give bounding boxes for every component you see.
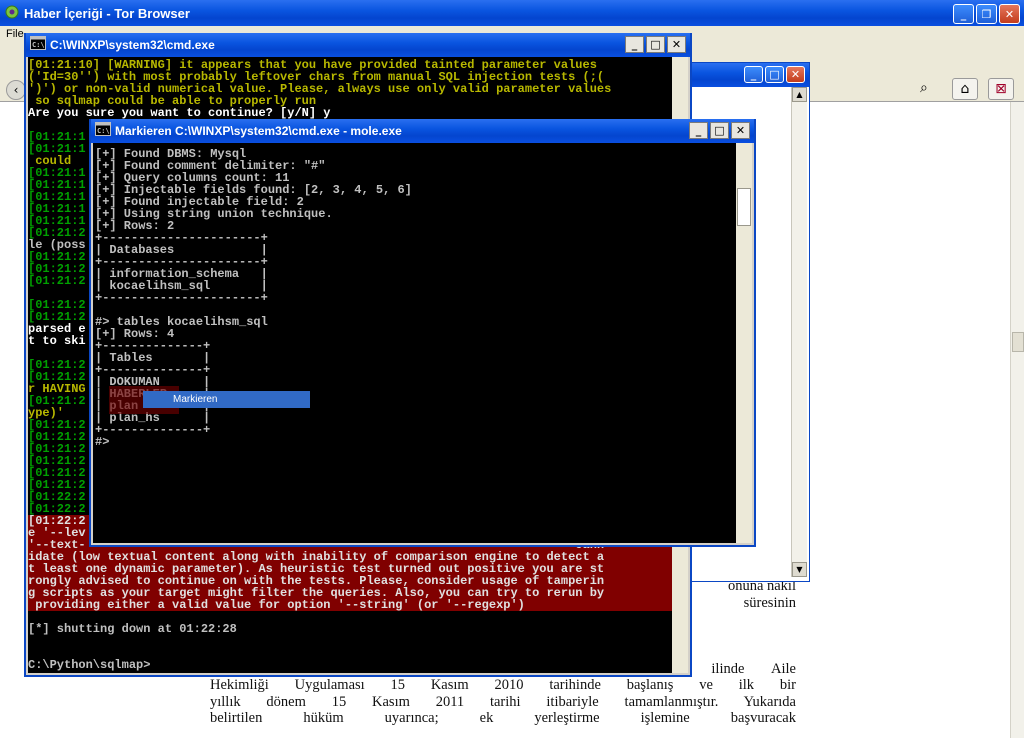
cmd-title-bar[interactable]: C:\ Markieren C:\WINXP\system32\cmd.exe … [91,119,754,143]
minimize-button[interactable]: _ [689,122,708,139]
maximize-button[interactable]: □ [765,66,784,83]
browser-title: Haber İçeriği - Tor Browser [24,5,190,21]
article-line: Hekimliği Uygulaması 15 Kasım 2010 tarih… [210,677,796,693]
search-icon[interactable]: ⌕ [920,80,940,100]
console-line: [+] Using string union technique. [95,207,333,221]
background-window-scrollbar[interactable]: ▲ ▼ [791,87,807,577]
page-scrollbar[interactable] [1010,102,1024,738]
svg-text:C:\: C:\ [32,41,45,49]
cmd-window-mole: C:\ Markieren C:\WINXP\system32\cmd.exe … [89,119,756,547]
console-line: +--------------+ [95,423,211,437]
cmd-title-bar[interactable]: C:\ C:\WINXP\system32\cmd.exe _ □ ✕ [26,33,690,57]
home-icon[interactable]: ⌂ [952,78,978,100]
tor-browser-icon [4,3,20,19]
context-menu-item-label: Markieren [173,394,218,405]
context-menu-markieren[interactable]: Markieren [143,391,310,408]
scroll-thumb[interactable] [1012,332,1024,352]
close-button[interactable]: ✕ [731,122,750,139]
cmd-title: Markieren C:\WINXP\system32\cmd.exe - mo… [115,124,402,138]
scroll-down-arrow[interactable]: ▼ [792,562,807,577]
minimize-button[interactable]: _ [953,4,974,24]
minimize-button[interactable]: _ [625,36,644,53]
article-line: belirtilen hüküm uyarınca; ek yerleştirm… [210,710,796,726]
console-line: #> [95,435,110,449]
close-button[interactable]: ✕ [667,36,686,53]
maximize-button[interactable]: □ [710,122,729,139]
cmd-title: C:\WINXP\system32\cmd.exe [50,38,215,52]
close-button[interactable]: ✕ [786,66,805,83]
close-button[interactable]: ✕ [999,4,1020,24]
cmd-icon: C:\ [95,122,111,138]
console-line: providing either a valid value for optio… [28,599,672,611]
noscript-icon[interactable]: ⊠ [988,78,1014,100]
menu-file[interactable]: File [6,28,24,40]
article-line: yıllık dönem 15 Kasım 2011 tarihi itibar… [210,693,796,710]
scroll-up-arrow[interactable]: ▲ [792,87,807,102]
console-line: +----------------------+ [95,291,268,305]
svg-text:C:\: C:\ [97,127,110,135]
console-scrollbar[interactable] [736,143,752,543]
maximize-button[interactable]: □ [646,36,665,53]
restore-button[interactable]: ❐ [976,4,997,24]
minimize-button[interactable]: _ [744,66,763,83]
console-line: C:\Python\sqlmap> [28,658,151,672]
console-line: #> tables kocaelihsm_sql [95,315,268,329]
scroll-thumb[interactable] [737,188,751,226]
background-window-title-bar[interactable]: _ □ ✕ [691,63,809,87]
cmd-icon: C:\ [30,36,46,52]
back-button[interactable]: ‹ [6,80,26,100]
mole-console-output[interactable]: [+] Found DBMS: Mysql [+] Found comment d… [93,143,736,543]
console-line: Are you sure you want to continue? [y/N]… [28,106,331,120]
console-line: [*] shutting down at 01:22:28 [28,622,237,636]
browser-title-bar[interactable]: Haber İçeriği - Tor Browser _ ❐ ✕ [0,0,1024,26]
